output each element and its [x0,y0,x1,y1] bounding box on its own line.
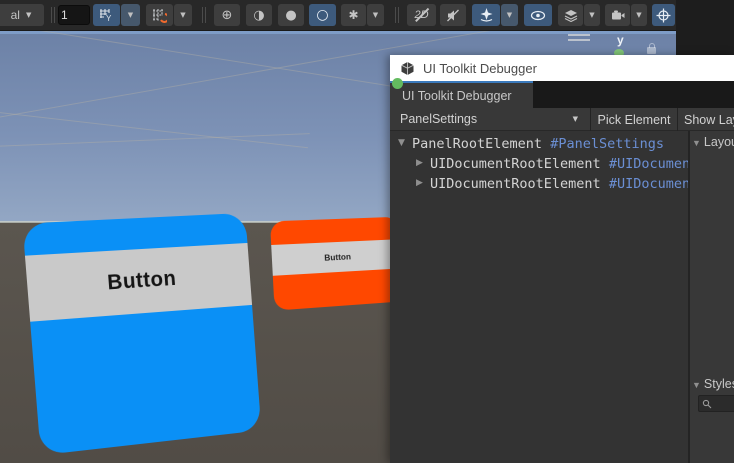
handle-pivot-dropdown[interactable]: al ▼ [0,4,44,26]
panel-select-value: PanelSettings [400,112,477,126]
show-layout-button[interactable]: Show Layout [678,108,734,131]
effects-sparkle-icon [479,8,494,22]
tab-ui-toolkit-debugger[interactable]: UI Toolkit Debugger [390,81,533,108]
pick-element-button[interactable]: Pick Element [591,108,677,131]
styles-search-input[interactable] [712,397,734,411]
element-name: PanelRootElement [412,136,542,152]
window-titlebar[interactable]: UI Toolkit Debugger [390,55,734,81]
chevron-down-icon: ▼ [180,12,185,19]
chevron-down-icon: ▼ [26,12,31,19]
package-cube-icon [400,61,415,76]
tree-row[interactable]: ▶ UIDocumentRootElement #UIDocument [390,154,688,174]
effects-options-dropdown[interactable]: ▼ [501,4,518,26]
section-label: Styles [704,377,734,391]
layers-options-dropdown[interactable]: ▼ [584,4,600,26]
foldout-expanded-icon: ▼ [692,138,701,148]
grid-options-dropdown[interactable]: ▼ [121,4,140,26]
ui-toolkit-debugger-window: UI Toolkit Debugger UI Toolkit Debugger … [390,55,734,463]
styles-section-header[interactable]: ▼Styles [692,377,734,391]
eye-icon [530,10,546,21]
snap-toggle[interactable] [146,4,173,26]
snap-increment-input[interactable] [58,5,90,25]
toolbar-separator [202,7,206,23]
shading-solid-button[interactable]: ● [278,4,304,26]
gizmo-lock-icon[interactable] [647,47,656,54]
window-title: UI Toolkit Debugger [423,61,537,76]
light-debug-button[interactable]: ✱ [341,4,366,26]
styles-search-field[interactable] [698,395,734,412]
2d-mode-toggle[interactable]: 2D [407,4,436,26]
section-label: Layout [704,135,734,149]
grid-y-icon: Y [99,8,114,23]
camera-icon [611,10,625,21]
button-label: Button [107,267,178,296]
scene-visibility-toggle[interactable] [524,4,552,26]
light-options-dropdown[interactable]: ▼ [367,4,384,26]
foldout-expanded-icon[interactable]: ▼ [398,138,405,148]
gizmo-sphere-icon [656,8,671,23]
toolbar-separator [395,7,399,23]
element-hierarchy-tree: ▼ PanelRootElement #PanelSettings ▶ UIDo… [390,131,688,463]
layers-icon [564,9,578,22]
button-label-band: Button [271,239,401,276]
debugger-body: ▼ PanelRootElement #PanelSettings ▶ UIDo… [390,131,734,463]
element-selector: #UIDocument [609,176,688,192]
shading-wireframe-button[interactable]: ⊕ [214,4,240,26]
element-name: UIDocumentRootElement [430,176,601,192]
search-icon [702,399,712,409]
grid-visibility-toggle[interactable]: Y [93,4,120,26]
shading-half-button[interactable]: ◑ [246,4,272,26]
inspector-pane: ▼Layout ▼Styles [690,131,734,463]
debugger-toolbar: PanelSettings ▼ Pick Element Show Layout [390,108,734,131]
wire-sphere-icon: ⊕ [222,9,233,22]
gizmo-y-axis-label[interactable]: y [617,33,624,47]
tab-label: UI Toolkit Debugger [402,89,512,103]
toolbar-separator [51,7,55,23]
tab-bar: UI Toolkit Debugger [390,81,734,108]
svg-text:Y: Y [106,14,112,23]
foldout-collapsed-icon[interactable]: ▶ [416,178,423,188]
solid-sphere-icon: ● [285,9,296,22]
snap-options-dropdown[interactable]: ▼ [174,4,192,26]
worldspace-button-blue[interactable]: Button [22,213,261,455]
scene-toolbar: al ▼ Y ▼ ▼ ⊕ ◑ ● [0,0,676,31]
scene-effects-toggle[interactable] [472,4,500,26]
tab-state-dot [392,78,403,89]
button-label-band: Button [25,243,252,322]
speaker-muted-icon [446,9,460,22]
foldout-expanded-icon: ▼ [692,380,701,390]
element-name: UIDocumentRootElement [430,156,601,172]
layers-button[interactable] [558,4,583,26]
chevron-down-icon: ▼ [636,12,641,19]
background-panel [676,0,734,56]
layout-section-header[interactable]: ▼Layout [692,135,734,149]
tree-row[interactable]: ▼ PanelRootElement #PanelSettings [390,134,688,154]
gizmos-toggle[interactable] [652,4,675,26]
button-label: Button [324,251,351,262]
audio-toggle[interactable] [440,4,466,26]
overlay-drag-handle[interactable] [568,34,590,44]
light-burst-icon: ✱ [348,9,358,21]
pivot-label: al [11,8,20,22]
element-selector: #PanelSettings [550,136,664,152]
ring-sphere-icon: ○ [316,8,328,22]
element-selector: #UIDocument [609,156,688,172]
worldspace-button-orange[interactable]: Button [270,217,402,311]
camera-button[interactable] [605,4,630,26]
chevron-down-icon: ▼ [507,12,512,19]
foldout-collapsed-icon[interactable]: ▶ [416,158,423,168]
snap-grid-icon [152,8,167,23]
chevron-down-icon: ▼ [589,12,594,19]
chevron-down-icon: ▼ [128,12,133,19]
chevron-down-icon: ▼ [573,116,578,123]
tree-row[interactable]: ▶ UIDocumentRootElement #UIDocument [390,174,688,194]
camera-options-dropdown[interactable]: ▼ [631,4,647,26]
shading-ring-button[interactable]: ○ [309,4,336,26]
half-sphere-icon: ◑ [253,9,264,22]
chevron-down-icon: ▼ [373,12,378,19]
panel-select-dropdown[interactable]: PanelSettings ▼ [390,108,590,131]
unity-editor: y Button Button al ▼ Y ▼ [0,0,734,463]
